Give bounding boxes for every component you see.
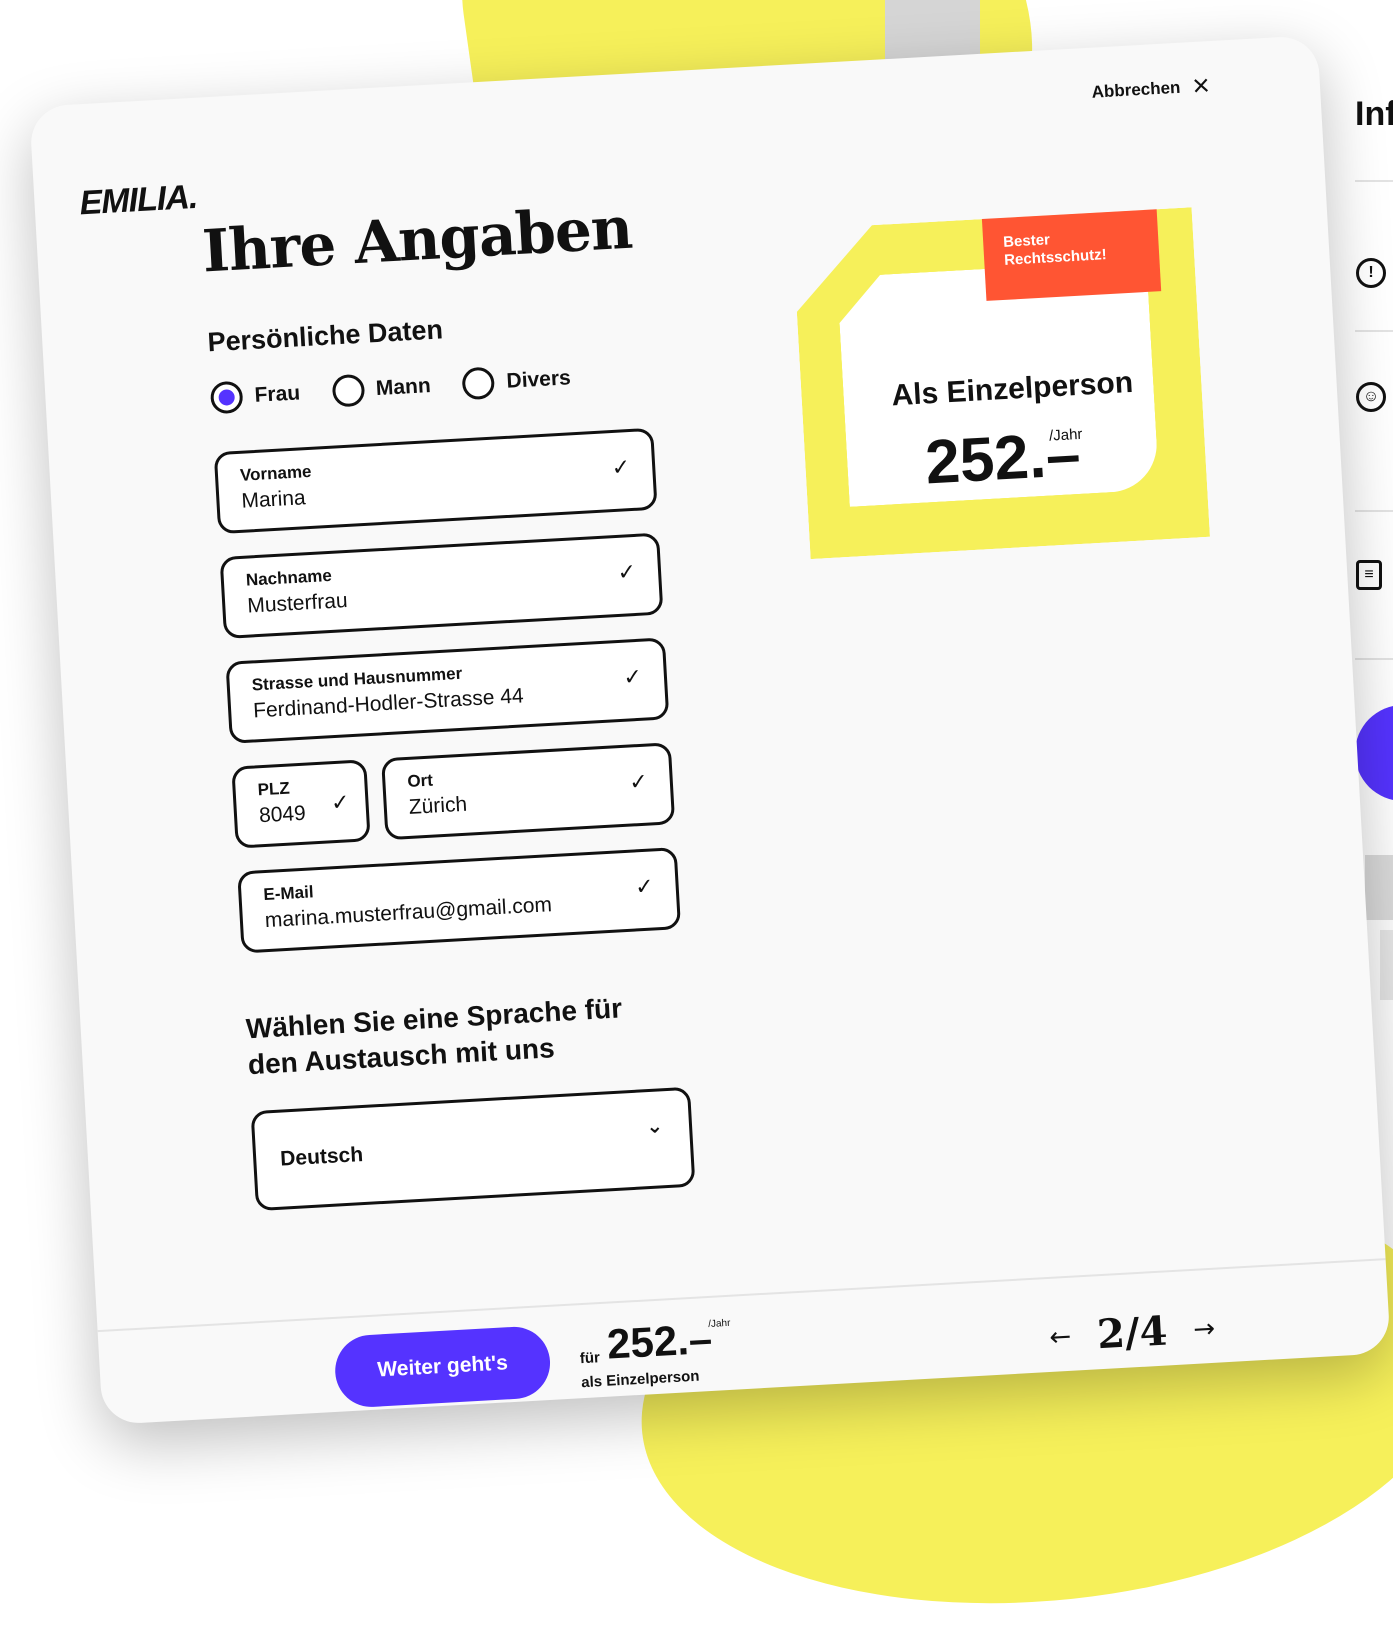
radio-checked-icon (209, 380, 244, 415)
footer-price-plan: als Einzelperson (580, 1367, 700, 1392)
document-icon: ≡ (1356, 560, 1382, 590)
zip-field[interactable]: PLZ 8049 ✓ (231, 759, 371, 849)
user-icon: ☺ (1356, 382, 1386, 412)
arrow-right-icon[interactable]: → (1192, 1313, 1215, 1344)
salutation-radio-group: Frau Mann Divers (209, 362, 572, 415)
section-title-personal: Persönliche Daten (206, 314, 444, 358)
check-icon: ✓ (628, 768, 649, 795)
emilia-logo: EMILIA. (78, 177, 199, 223)
check-icon: ✓ (330, 789, 351, 816)
alert-icon: ! (1356, 258, 1386, 288)
language-select[interactable]: Deutsch ⌄ (250, 1086, 696, 1212)
first-name-field[interactable]: Vorname Marina ✓ (213, 427, 658, 535)
check-icon: ✓ (616, 558, 637, 585)
radio-unchecked-icon (461, 366, 496, 401)
radio-frau[interactable]: Frau (209, 377, 301, 415)
check-icon: ✓ (622, 663, 643, 690)
arrow-left-icon[interactable]: ← (1049, 1321, 1072, 1352)
footer-price-amount: 252.– (605, 1314, 714, 1368)
check-icon: ✓ (611, 454, 631, 481)
next-button[interactable]: Weiter geht's (333, 1324, 552, 1409)
form-modal: Abbrechen × EMILIA. Ihre Angaben Persönl… (29, 35, 1391, 1425)
step-indicator: 2/4 (1095, 1307, 1169, 1359)
close-icon: × (1191, 69, 1211, 104)
last-name-field[interactable]: Nachname Musterfrau ✓ (219, 532, 664, 639)
radio-divers[interactable]: Divers (461, 362, 572, 401)
bg-grey-strip (885, 0, 980, 60)
city-field[interactable]: Ort Zürich ✓ (381, 742, 676, 841)
radio-label: Frau (253, 381, 301, 407)
chevron-down-icon: ⌄ (645, 1115, 664, 1139)
cancel-label: Abbrechen (1091, 77, 1181, 102)
cancel-button[interactable]: Abbrechen × (1091, 69, 1211, 108)
email-field[interactable]: E-Mail marina.musterfrau@gmail.com ✓ (237, 847, 682, 954)
radio-unchecked-icon (331, 373, 365, 408)
page-title: Ihre Angaben (200, 193, 634, 286)
radio-mann[interactable]: Mann (331, 370, 432, 408)
side-divider (1355, 510, 1393, 512)
step-pager: ← 2/4 → (1048, 1305, 1216, 1361)
price-card: Bester Rechtsschutz! Als Einzelperson 25… (792, 207, 1210, 559)
side-divider (1355, 330, 1393, 332)
side-divider (1355, 180, 1393, 182)
radio-label: Mann (375, 374, 432, 401)
price-unit: /Jahr (1048, 425, 1083, 445)
footer-price-prefix: für (579, 1349, 601, 1368)
side-grey-block (1380, 930, 1393, 1000)
language-selected-value: Deutsch (279, 1143, 364, 1171)
price-badge: Bester Rechtsschutz! (981, 209, 1162, 301)
street-field[interactable]: Strasse und Hausnummer Ferdinand-Hodler-… (225, 637, 670, 744)
footer-price-unit: /Jahr (707, 1317, 731, 1331)
check-icon: ✓ (634, 873, 655, 900)
side-panel-title: Inf (1355, 95, 1393, 133)
radio-label: Divers (505, 366, 572, 393)
side-grey-block (1365, 855, 1393, 920)
language-section-title: Wählen Sie eine Sprache für den Austausc… (245, 992, 623, 1081)
side-divider (1355, 658, 1393, 660)
